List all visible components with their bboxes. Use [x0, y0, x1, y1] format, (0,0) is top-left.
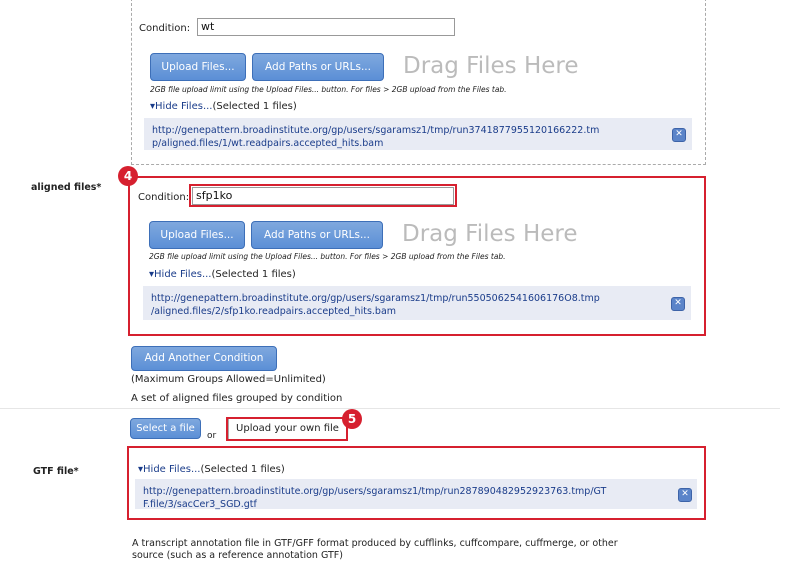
add-condition-button[interactable]: Add Another Condition — [131, 346, 277, 371]
gtf-description-line1: A transcript annotation file in GTF/GFF … — [132, 538, 618, 549]
step-badge-4: 4 — [118, 166, 138, 186]
highlight-upload-own — [226, 417, 348, 441]
hide-files-row: ▾Hide Files...(Selected 1 files) — [150, 101, 297, 112]
aligned-files-label: aligned files* — [31, 182, 102, 193]
file-entry: http://genepattern.broadinstitute.org/gp… — [144, 118, 692, 150]
selected-count: (Selected 1 files) — [212, 101, 297, 112]
or-text: or — [207, 431, 217, 441]
max-groups-text: (Maximum Groups Allowed=Unlimited) — [131, 374, 326, 385]
aligned-description: A set of aligned files grouped by condit… — [131, 393, 343, 404]
condition-label: Condition: — [139, 23, 191, 34]
section-divider — [0, 408, 780, 409]
gtf-description-line2: source (such as a reference annotation G… — [132, 550, 343, 561]
step-badge-5: 5 — [342, 409, 362, 429]
condition-group-1: Condition: wt Upload Files... Add Paths … — [131, 0, 706, 165]
file-path-line: http://genepattern.broadinstitute.org/gp… — [152, 125, 600, 136]
file-path[interactable]: http://genepattern.broadinstitute.org/gp… — [152, 124, 599, 150]
gtf-file-label: GTF file* — [33, 466, 79, 477]
remove-file-icon[interactable]: ✕ — [672, 128, 686, 142]
add-paths-button[interactable]: Add Paths or URLs... — [252, 53, 384, 81]
condition-input[interactable]: wt — [197, 18, 455, 36]
upload-files-button[interactable]: Upload Files... — [150, 53, 246, 81]
hide-files-link[interactable]: ▾Hide Files... — [150, 101, 212, 112]
file-path-line: p/aligned.files/1/wt.readpairs.accepted_… — [152, 138, 384, 149]
highlight-condition-input — [189, 184, 457, 207]
highlight-gtf-file — [127, 446, 706, 520]
upload-hint: 2GB file upload limit using the Upload F… — [150, 85, 507, 94]
select-file-button[interactable]: Select a file — [130, 418, 201, 439]
drag-files-here[interactable]: Drag Files Here — [403, 53, 579, 79]
